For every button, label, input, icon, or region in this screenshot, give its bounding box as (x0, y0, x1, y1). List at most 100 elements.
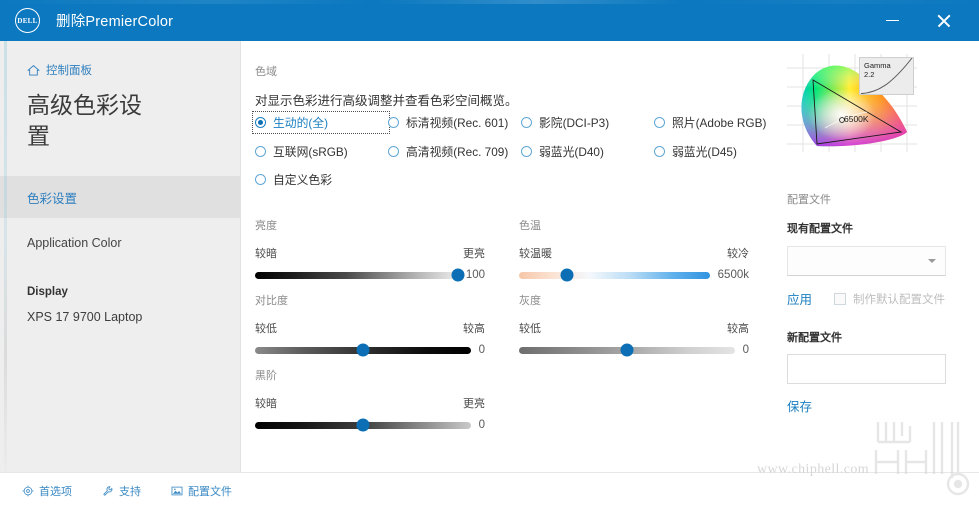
profile-section-title: 配置文件 (787, 194, 831, 206)
existing-profile-label: 现有配置文件 (787, 223, 853, 235)
page-title: 高级色彩设置 (27, 92, 142, 149)
new-profile-input[interactable] (787, 354, 946, 384)
slider-black-level: 黑阶 较暗 更亮 0 (255, 367, 485, 432)
slider-track[interactable] (519, 268, 710, 282)
slider-max-label: 更亮 (463, 398, 485, 410)
radio-lowblue-d45[interactable]: 弱蓝光(D45) (654, 143, 794, 160)
chevron-down-icon (928, 259, 936, 263)
slider-min-label: 较暗 (255, 398, 277, 410)
slider-thumb[interactable] (451, 268, 465, 282)
radio-icon (654, 146, 665, 157)
dell-logo-text: DELL (17, 16, 38, 25)
gamut-section-label: 色域 (255, 66, 277, 78)
slider-min-label: 较暗 (255, 248, 277, 260)
footer-support[interactable]: 支持 (102, 483, 141, 499)
slider-thumb[interactable] (356, 343, 370, 357)
slider-value: 0 (478, 419, 485, 431)
radio-icon (255, 117, 266, 128)
slider-value: 6500k (717, 269, 749, 281)
chromaticity-diagram: 6500K Gamma 2.2 (787, 54, 917, 152)
sidebar-item-label: Application Color (27, 236, 122, 250)
save-button[interactable]: 保存 (787, 400, 812, 414)
slider-value: 100 (465, 269, 485, 281)
slider-track[interactable] (255, 343, 471, 357)
footer-profiles[interactable]: 配置文件 (171, 483, 232, 499)
default-profile-label: 制作默认配置文件 (853, 293, 946, 306)
close-button[interactable] (923, 0, 965, 41)
slider-title: 色温 (519, 220, 541, 232)
slider-max-label: 较高 (463, 323, 485, 335)
sidebar: 控制面板 高级色彩设置 色彩设置 Application Color Displ… (0, 41, 241, 472)
radio-rec601[interactable]: 标清视频(Rec. 601) (388, 113, 521, 132)
radio-label: 弱蓝光(D45) (672, 145, 737, 159)
radio-custom-color[interactable]: 自定义色彩 (255, 171, 388, 188)
breadcrumb-label: 控制面板 (46, 65, 92, 77)
footer-label: 配置文件 (188, 485, 232, 498)
footer-preferences[interactable]: 首选项 (22, 483, 72, 499)
radio-rec709[interactable]: 高清视频(Rec. 709) (388, 143, 521, 160)
radio-icon (255, 146, 266, 157)
apply-row: 应用 制作默认配置文件 (787, 289, 965, 308)
new-profile-value (788, 355, 945, 371)
slider-max-label: 较冷 (727, 248, 749, 260)
radio-srgb[interactable]: 互联网(sRGB) (255, 143, 388, 160)
chiphell-logo-watermark (874, 422, 970, 496)
apply-button[interactable]: 应用 (787, 289, 812, 308)
slider-thumb[interactable] (356, 418, 370, 432)
slider-max-label: 较高 (727, 323, 749, 335)
close-icon (936, 13, 952, 29)
radio-icon (388, 146, 399, 157)
device-name: XPS 17 9700 Laptop (27, 310, 143, 324)
gear-icon (22, 485, 34, 496)
gamma-inset: Gamma 2.2 (859, 57, 914, 95)
radio-icon (521, 117, 532, 128)
radio-adobe-rgb[interactable]: 照片(Adobe RGB) (654, 113, 794, 132)
minimize-button[interactable] (871, 0, 913, 41)
sidebar-item-color-settings[interactable]: 色彩设置 (0, 176, 240, 218)
radio-icon (255, 174, 266, 185)
premiercolor-window: DELL 删除PremierColor 控制面板 高级色彩设置 色彩设置 App… (0, 0, 979, 508)
slider-track[interactable] (255, 268, 465, 282)
slider-gray: 灰度 较低 较高 0 (519, 292, 749, 357)
footer-label: 首选项 (39, 485, 72, 498)
sidebar-item-application-color[interactable]: Application Color (0, 222, 240, 264)
dell-logo: DELL (15, 8, 40, 33)
slider-min-label: 较低 (255, 323, 277, 335)
new-profile-label: 新配置文件 (787, 332, 842, 344)
minimize-icon (885, 19, 899, 22)
footer-label: 支持 (119, 485, 141, 498)
existing-profile-dropdown[interactable] (787, 246, 946, 276)
slider-thumb[interactable] (620, 343, 634, 357)
display-section-header: Display (27, 286, 68, 298)
slider-min-label: 较低 (519, 323, 541, 335)
radio-lowblue-d40[interactable]: 弱蓝光(D40) (521, 143, 654, 160)
gamma-value: 2.2 (864, 70, 875, 79)
wrench-icon (103, 485, 113, 496)
sidebar-item-label: 色彩设置 (27, 191, 78, 206)
gamut-radio-group: 生动的(全) 标清视频(Rec. 601) 影院(DCI-P3) 照片(Adob… (252, 111, 845, 188)
slider-track[interactable] (255, 418, 471, 432)
checkbox-icon[interactable] (834, 292, 847, 305)
slider-track[interactable] (519, 343, 735, 357)
slider-max-label: 更亮 (463, 248, 485, 260)
radio-label: 影院(DCI-P3) (539, 116, 610, 130)
radio-label: 互联网(sRGB) (273, 145, 348, 159)
window-controls (871, 0, 979, 41)
slider-title: 亮度 (255, 220, 277, 232)
window-title: 删除PremierColor (56, 14, 174, 30)
radio-label: 弱蓝光(D40) (539, 145, 604, 159)
watermark-text: www.chiphell.com (757, 462, 870, 477)
home-icon (27, 64, 40, 75)
gamut-description: 对显示色彩进行高级调整并查看色彩空间概览。 (255, 94, 518, 108)
radio-label: 自定义色彩 (273, 173, 332, 187)
radio-label: 标清视频(Rec. 601) (406, 116, 509, 130)
radio-vivid-full[interactable]: 生动的(全) (252, 111, 390, 134)
breadcrumb[interactable]: 控制面板 (27, 62, 240, 78)
gamma-text: Gamma 2.2 (864, 61, 891, 79)
radio-dci-p3[interactable]: 影院(DCI-P3) (521, 113, 654, 132)
slider-min-label: 较温暖 (519, 248, 552, 260)
slider-thumb[interactable] (560, 268, 574, 282)
slider-title: 黑阶 (255, 370, 277, 382)
default-profile-checkbox-row[interactable]: 制作默认配置文件 (834, 291, 945, 307)
radio-label: 高清视频(Rec. 709) (406, 145, 509, 159)
